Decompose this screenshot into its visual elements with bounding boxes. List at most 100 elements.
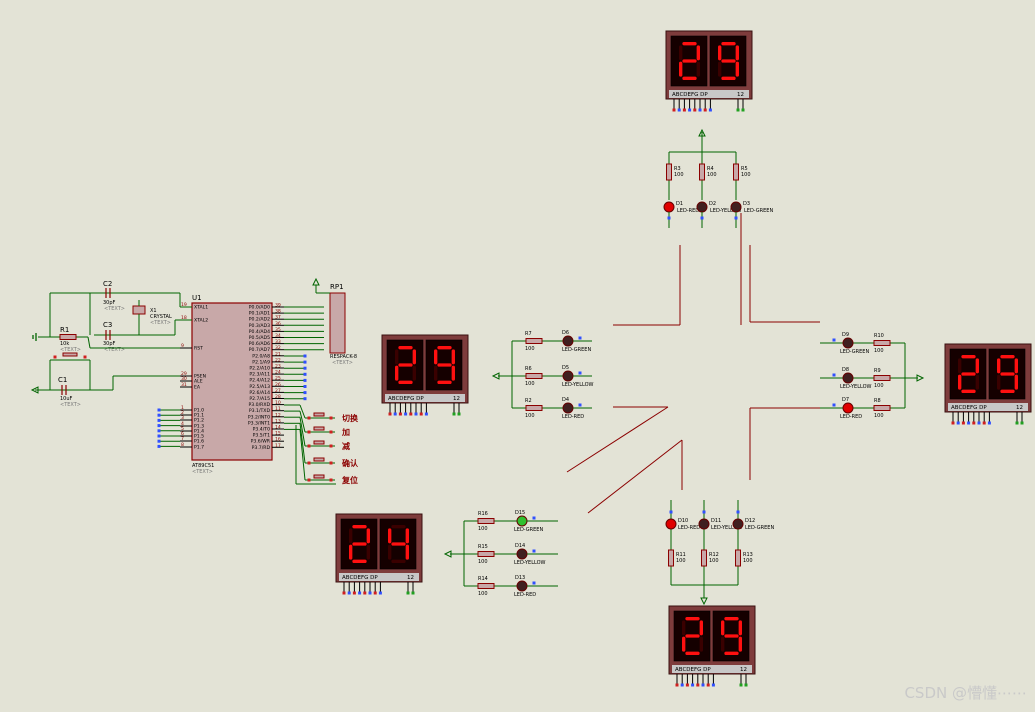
pin-marker	[303, 391, 307, 395]
display-pin-names: ABCDEFG DP	[672, 92, 708, 98]
segment-g	[437, 363, 452, 367]
pin-marker	[307, 478, 311, 482]
mcu-pin-name: P2.6/A14	[249, 390, 270, 396]
pin-marker	[532, 581, 536, 585]
pin-marker	[329, 416, 333, 420]
resistor-pack	[329, 292, 346, 354]
pin-marker	[708, 108, 712, 112]
segment-f	[997, 358, 1001, 374]
mcu-pin-number: 8	[181, 442, 184, 448]
seven-segment-display-west: ABCDEFG DP 12	[381, 334, 469, 416]
segment-f	[388, 528, 392, 544]
segment-g	[1000, 372, 1015, 376]
resistor-r13	[735, 549, 741, 567]
mcu-section: U1AT89C51<TEXT>XTAL119XTAL218RST9PSEN29A…	[30, 277, 359, 485]
seven-segment-display-east: ABCDEFG DP 12	[944, 343, 1032, 425]
pin-marker	[307, 430, 311, 434]
resistor-value: 100	[478, 591, 488, 597]
segment-e	[395, 365, 399, 381]
led-ref: D14	[515, 543, 525, 549]
display-pin-names: ABCDEFG DP	[342, 575, 378, 581]
pin-marker	[303, 378, 307, 382]
segment-e	[434, 365, 438, 381]
mcu-pin-name: P3.3/INT1	[248, 420, 270, 426]
crystal	[132, 305, 146, 315]
switch-label: 切换	[342, 413, 359, 423]
resistor-r8	[873, 405, 891, 411]
pin-marker	[452, 412, 456, 416]
mcu-pin-number: 39	[275, 303, 281, 309]
c3-ref: C3	[103, 321, 112, 329]
resistor-value: 100	[874, 413, 884, 419]
pin-marker	[157, 444, 161, 448]
mcu-pin-number: 24	[275, 370, 281, 376]
pin-marker	[83, 355, 87, 359]
led-type: LED-GREEN	[840, 349, 869, 355]
rp1-text-placeholder: <TEXT>	[332, 360, 353, 366]
segment-a	[391, 525, 406, 529]
led-d2	[696, 201, 708, 213]
led-group-west: R7 100 D6 LED-GREEN R6 100 D5 LED-YELLOW R2 100 D4…	[491, 330, 594, 420]
pin-marker	[956, 421, 960, 425]
display-common-pins: 12	[407, 575, 414, 581]
resistor-r14	[477, 583, 495, 589]
mcu-pin-number: 33	[275, 339, 281, 345]
resistor-r2	[525, 405, 543, 411]
pin-marker	[157, 408, 161, 412]
mcu-pin-name: P0.1/AD1	[249, 311, 270, 317]
segment-f	[395, 349, 399, 365]
mcu-pin-number: 37	[275, 315, 281, 321]
resistor-r9	[873, 375, 891, 381]
mcu-text-placeholder: <TEXT>	[192, 469, 213, 475]
resistor-ref: R2	[525, 398, 532, 404]
pin-marker	[157, 434, 161, 438]
pin-marker	[363, 591, 367, 595]
segment-g	[682, 59, 697, 63]
pin-marker	[409, 412, 413, 416]
mcu-pin-name: XTAL2	[194, 318, 208, 324]
led-ref: D9	[842, 332, 849, 338]
resistor-ref: R7	[525, 331, 532, 337]
pin-marker	[532, 516, 536, 520]
pin-marker	[303, 360, 307, 364]
pin-marker	[682, 108, 686, 112]
led-ref: D2	[709, 201, 716, 207]
resistor-r11	[668, 549, 674, 567]
mcu-pin-number: 38	[275, 309, 281, 315]
led-type: LED-RED	[562, 414, 584, 420]
resistor-value: 100	[674, 172, 684, 178]
mcu-pin-name: P3.5/T1	[253, 433, 270, 439]
mcu-pin-name: P0.3/AD3	[249, 323, 270, 329]
led-d3	[730, 201, 742, 213]
display-pin-names: ABCDEFG DP	[388, 396, 424, 402]
resistor-value: 100	[707, 172, 717, 178]
segment-f	[434, 349, 438, 365]
pin-marker	[680, 683, 684, 687]
schematic-canvas: ABCDEFG DP 12ABCDEFG DP 12ABCDEFG DP 12ABCD…	[30, 30, 1032, 702]
mcu-pin-name: P3.1/TXD	[249, 408, 271, 414]
pin-marker	[578, 403, 582, 407]
resistor-r6	[525, 373, 543, 379]
display-common-pins: 12	[740, 667, 747, 673]
segment-f	[721, 620, 725, 636]
resistor-value: 100	[478, 559, 488, 565]
mcu-pin-number: 35	[275, 327, 281, 333]
resistor-r16	[477, 518, 495, 524]
switch-label: 复位	[341, 475, 358, 485]
pin-marker	[373, 591, 377, 595]
segment-d	[721, 76, 736, 80]
mcu-pin-name: P3.6/WR	[251, 439, 271, 445]
mcu-pin-number: 14	[275, 425, 281, 431]
intersection-roads	[566, 245, 820, 514]
segment-b	[1014, 358, 1018, 374]
segment-g	[391, 542, 406, 546]
pin-marker	[832, 338, 836, 342]
seven-segment-display-south: ABCDEFG DP 12	[668, 605, 756, 687]
led-d9	[842, 337, 854, 349]
wire	[87, 336, 91, 349]
led-ref: D6	[562, 330, 569, 336]
pin-marker	[736, 108, 740, 112]
seven-segment-display-bottom-left: ABCDEFG DP 12	[335, 513, 423, 595]
led-ref: D15	[515, 510, 525, 516]
resistor-r4	[699, 163, 705, 181]
